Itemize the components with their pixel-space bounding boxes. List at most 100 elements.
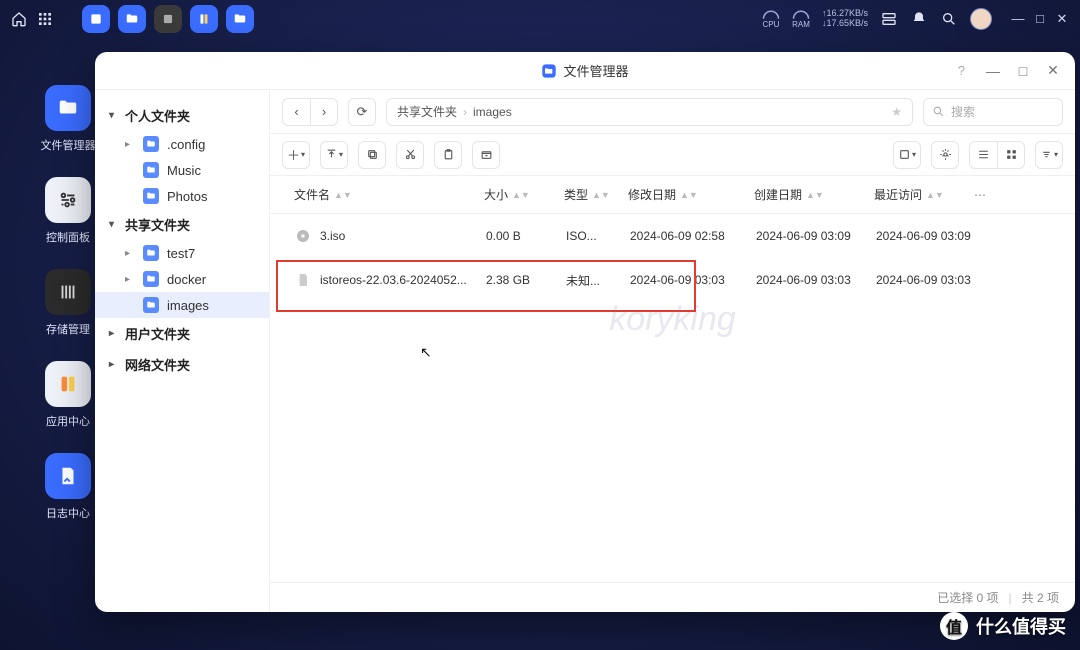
status-selected: 已选择 0 项: [937, 589, 998, 606]
paste-button[interactable]: [434, 141, 462, 169]
table-row[interactable]: 3.iso0.00 BISO...2024-06-09 02:582024-06…: [270, 214, 1075, 258]
view-grid-button[interactable]: [997, 141, 1025, 169]
win-maximize-icon[interactable]: □: [1009, 63, 1037, 79]
search-icon[interactable]: [940, 10, 958, 28]
cell-modified: 2024-06-09 03:03: [630, 273, 756, 287]
desktop-window-controls: — □ ✕: [1010, 11, 1070, 27]
breadcrumb-segment[interactable]: 共享文件夹: [397, 103, 457, 120]
folder-icon: [143, 271, 159, 287]
cpu-gauge: CPU: [762, 9, 780, 29]
nav-back-button[interactable]: ‹: [282, 98, 310, 126]
toolbar-actions: ＋▾ ▾ ▾ ▾: [270, 134, 1075, 176]
window-title: 文件管理器: [95, 61, 1075, 80]
cut-button[interactable]: [396, 141, 424, 169]
window-titlebar: 文件管理器 ? — □ ✕: [95, 52, 1075, 90]
nav-forward-button[interactable]: ›: [310, 98, 338, 126]
main-pane: ‹ › ⟳ 共享文件夹 › images ★ 搜索 ＋▾ ▾: [270, 90, 1075, 612]
sidebar-section-head[interactable]: ▸网络文件夹: [95, 349, 269, 380]
toolbar-nav: ‹ › ⟳ 共享文件夹 › images ★ 搜索: [270, 90, 1075, 134]
cell-type: ISO...: [566, 229, 630, 243]
sidebar-item[interactable]: Music: [95, 157, 269, 183]
cell-name: 3.iso: [320, 229, 486, 243]
archive-button[interactable]: [472, 141, 500, 169]
status-total: 共 2 项: [1022, 589, 1059, 606]
sort-button[interactable]: ▾: [1035, 141, 1063, 169]
desktop-left-dock: 文件管理器 控制面板 存储管理 应用中心 日志中心: [40, 85, 96, 521]
external-button[interactable]: ▾: [893, 141, 921, 169]
star-icon[interactable]: ★: [891, 105, 902, 119]
breadcrumb-segment[interactable]: images: [473, 105, 512, 119]
sidebar-item[interactable]: ▸docker: [95, 266, 269, 292]
sidebar-item[interactable]: ▸test7: [95, 240, 269, 266]
sidebar-section-head[interactable]: ▾个人文件夹: [95, 100, 269, 131]
refresh-button[interactable]: ⟳: [348, 98, 376, 126]
search-input[interactable]: 搜索: [923, 98, 1063, 126]
network-speed: ↑16.27KB/s↓17.65KB/s: [822, 9, 868, 29]
dock-app-2[interactable]: [118, 5, 146, 33]
sidebar-section-head[interactable]: ▾共享文件夹: [95, 209, 269, 240]
desktop-app-appstore[interactable]: 应用中心: [40, 361, 96, 429]
help-button[interactable]: ?: [958, 63, 965, 78]
brand-badge-icon: 值: [940, 612, 968, 640]
dock-app-3[interactable]: [154, 5, 182, 33]
col-type[interactable]: 类型▲▼: [564, 186, 628, 203]
cursor-icon: ↖: [420, 344, 432, 361]
file-rows: 3.iso0.00 BISO...2024-06-09 02:582024-06…: [270, 214, 1075, 582]
win-close-icon[interactable]: ✕: [1039, 62, 1067, 79]
col-accessed[interactable]: 最近访问▲▼: [874, 186, 974, 203]
view-list-button[interactable]: [969, 141, 997, 169]
table-row[interactable]: istoreos-22.03.6-2024052...2.38 GB未知...2…: [270, 258, 1075, 302]
cell-name: istoreos-22.03.6-2024052...: [320, 273, 486, 287]
apps-grid-icon[interactable]: [36, 10, 54, 28]
copy-button[interactable]: [358, 141, 386, 169]
col-size[interactable]: 大小▲▼: [484, 186, 564, 203]
folder-icon: [143, 297, 159, 313]
settings-button[interactable]: [931, 141, 959, 169]
watermark: koryking: [270, 300, 1075, 339]
desktop-app-controlpanel[interactable]: 控制面板: [40, 177, 96, 245]
folder-icon: [143, 136, 159, 152]
system-topbar: CPU RAM ↑16.27KB/s↓17.65KB/s — □ ✕: [0, 0, 1080, 38]
avatar[interactable]: [970, 8, 992, 30]
dock-app-1[interactable]: [82, 5, 110, 33]
bell-icon[interactable]: [910, 10, 928, 28]
folder-icon: [143, 188, 159, 204]
dock-app-4[interactable]: [190, 5, 218, 33]
desktop-app-filemanager[interactable]: 文件管理器: [40, 85, 96, 153]
col-name[interactable]: 文件名▲▼: [294, 186, 484, 203]
col-more[interactable]: ⋯: [974, 188, 994, 202]
status-bar: 已选择 0 项 | 共 2 项: [270, 582, 1075, 612]
chevron-right-icon: ›: [463, 105, 467, 119]
col-created[interactable]: 创建日期▲▼: [754, 186, 874, 203]
table-header: 文件名▲▼ 大小▲▼ 类型▲▼ 修改日期▲▼ 创建日期▲▼ 最近访问▲▼ ⋯: [270, 176, 1075, 214]
dock-app-5[interactable]: [226, 5, 254, 33]
minimize-icon[interactable]: —: [1010, 11, 1026, 27]
server-icon[interactable]: [880, 10, 898, 28]
close-icon[interactable]: ✕: [1054, 11, 1070, 27]
upload-button[interactable]: ▾: [320, 141, 348, 169]
cell-accessed: 2024-06-09 03:03: [876, 273, 976, 287]
win-minimize-icon[interactable]: —: [979, 63, 1007, 79]
add-button[interactable]: ＋▾: [282, 141, 310, 169]
brand-watermark: 值 什么值得买: [940, 612, 1066, 640]
desktop-app-logs[interactable]: 日志中心: [40, 453, 96, 521]
disc-icon: [294, 227, 312, 245]
col-modified[interactable]: 修改日期▲▼: [628, 186, 754, 203]
cell-size: 0.00 B: [486, 229, 566, 243]
sidebar: ▾个人文件夹▸.configMusicPhotos▾共享文件夹▸test7▸do…: [95, 90, 270, 612]
sidebar-item[interactable]: images: [95, 292, 269, 318]
folder-icon: [143, 162, 159, 178]
sidebar-item[interactable]: ▸.config: [95, 131, 269, 157]
cell-modified: 2024-06-09 02:58: [630, 229, 756, 243]
maximize-icon[interactable]: □: [1032, 11, 1048, 27]
home-icon[interactable]: [10, 10, 28, 28]
sidebar-section-head[interactable]: ▸用户文件夹: [95, 318, 269, 349]
sidebar-item[interactable]: Photos: [95, 183, 269, 209]
file-icon: [294, 271, 312, 289]
cell-created: 2024-06-09 03:09: [756, 229, 876, 243]
desktop-app-storage[interactable]: 存储管理: [40, 269, 96, 337]
breadcrumb[interactable]: 共享文件夹 › images ★: [386, 98, 913, 126]
cell-size: 2.38 GB: [486, 273, 566, 287]
filemanager-window: 文件管理器 ? — □ ✕ ▾个人文件夹▸.configMusicPhotos▾…: [95, 52, 1075, 612]
cell-created: 2024-06-09 03:03: [756, 273, 876, 287]
